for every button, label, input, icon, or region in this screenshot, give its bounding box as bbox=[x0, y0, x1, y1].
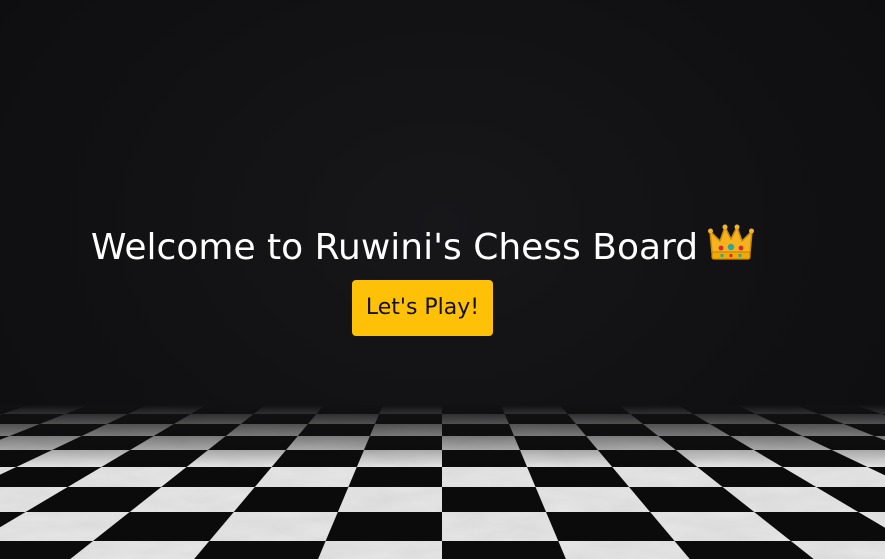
hero-section: Welcome to Ruwini's Chess Board Let's Pl… bbox=[0, 222, 845, 336]
lets-play-button[interactable]: Let's Play! bbox=[351, 280, 494, 336]
page-title: Welcome to Ruwini's Chess Board bbox=[0, 222, 845, 274]
page-title-text: Welcome to Ruwini's Chess Board bbox=[90, 227, 699, 268]
landing-page: Welcome to Ruwini's Chess Board Let's Pl… bbox=[0, 0, 885, 559]
crown-icon bbox=[708, 224, 755, 260]
checkered-floor bbox=[0, 405, 885, 559]
